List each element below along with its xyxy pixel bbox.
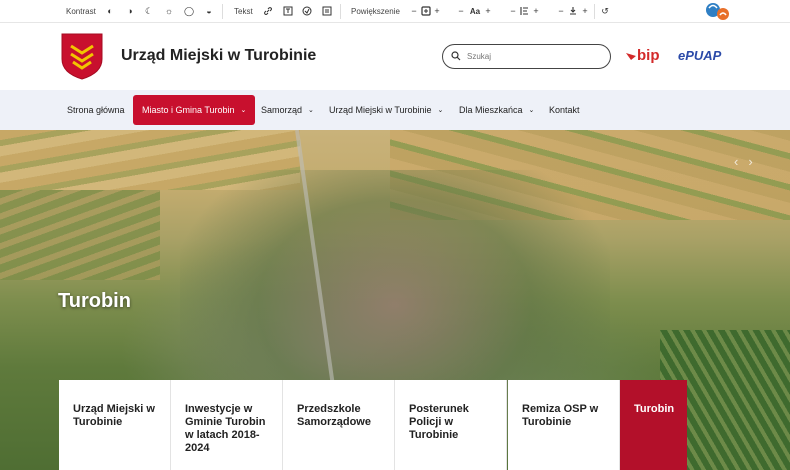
- toolbar-divider: [594, 4, 595, 19]
- tile-card-label: Remiza OSP w Turobinie: [522, 403, 599, 428]
- stop-animations-icon[interactable]: [301, 5, 313, 17]
- dark-mode-icon[interactable]: ☾: [143, 5, 155, 17]
- tile-card[interactable]: Inwestycje w Gminie Turobin w latach 201…: [171, 380, 283, 470]
- accessibility-badge-icon[interactable]: [703, 1, 731, 22]
- nav-item-residents[interactable]: Dla Mieszkańca ⌄: [450, 95, 543, 125]
- zoom-out-icon[interactable]: −: [408, 5, 420, 17]
- tile-card-label: Przedszkole Samorządowe: [297, 403, 371, 428]
- light-mode-icon[interactable]: ☼: [163, 5, 175, 17]
- bip-label: bip: [637, 47, 660, 64]
- nav-item-council[interactable]: Samorząd ⌄: [252, 95, 323, 125]
- reset-icon[interactable]: ↺: [599, 5, 611, 17]
- nav-item-label: Miasto i Gmina Turobin: [142, 105, 235, 115]
- nav-item-office[interactable]: Urząd Miejski w Turobinie ⌄: [320, 95, 452, 125]
- grayscale-icon[interactable]: ◯: [183, 5, 195, 17]
- nav-item-label: Dla Mieszkańca: [459, 105, 523, 115]
- nav-item-city[interactable]: Miasto i Gmina Turobin ⌄: [133, 95, 256, 125]
- tile-card-label: Inwestycje w Gminie Turobin w latach 201…: [185, 403, 266, 454]
- font-decrease-icon[interactable]: −: [455, 5, 467, 17]
- accessibility-toolbar: Kontrast ◐ ◑ ☾ ☼ ◯ ◒ Tekst Powiększenie …: [0, 0, 790, 23]
- zoom-label: Powiększenie: [351, 7, 400, 16]
- link-highlight-icon[interactable]: [262, 5, 274, 17]
- chevron-down-icon: ⌄: [240, 107, 247, 114]
- contrast-normal-icon[interactable]: ◐: [104, 5, 116, 17]
- tile-card[interactable]: Remiza OSP w Turobinie: [508, 380, 620, 470]
- font-increase-icon[interactable]: +: [482, 5, 494, 17]
- nav-item-label: Urząd Miejski w Turobinie: [329, 105, 432, 115]
- nav-item-contact[interactable]: Kontakt: [540, 95, 589, 125]
- tile-card-active[interactable]: Turobin: [620, 380, 687, 470]
- search-input[interactable]: [467, 52, 597, 61]
- line-height-increase-icon[interactable]: +: [530, 5, 542, 17]
- nav-item-label: Strona główna: [67, 105, 125, 115]
- readable-font-icon[interactable]: [282, 5, 294, 17]
- toolbar-divider: [222, 4, 223, 19]
- nav-item-label: Kontakt: [549, 105, 580, 115]
- tile-card[interactable]: Przedszkole Samorządowe: [283, 380, 395, 470]
- text-spacing-icon[interactable]: [321, 5, 333, 17]
- tile-card-label: Urząd Miejski w Turobinie: [73, 403, 155, 428]
- chevron-down-icon: ⌄: [437, 107, 444, 114]
- chevron-down-icon: ⌄: [308, 107, 314, 114]
- contrast-high-icon[interactable]: ◑: [124, 5, 136, 17]
- slider-arrows[interactable]: ‹›: [734, 154, 763, 169]
- tile-card[interactable]: Urząd Miejski w Turobinie: [59, 380, 171, 470]
- zoom-in-icon[interactable]: +: [431, 5, 443, 17]
- contrast-label: Kontrast: [66, 7, 96, 16]
- toolbar-divider: [340, 4, 341, 19]
- main-nav: Strona główna Miasto i Gmina Turobin ⌄ S…: [0, 90, 790, 130]
- nav-item-label: Samorząd: [261, 105, 303, 115]
- tile-card-label: Posterunek Policji w Turobinie: [409, 403, 469, 441]
- line-height-icon: [518, 5, 530, 17]
- nav-item-home[interactable]: Strona główna: [58, 95, 134, 125]
- aerial-photo-field: [0, 190, 160, 280]
- tile-card-label: Turobin: [634, 403, 675, 415]
- invert-icon[interactable]: ◒: [203, 5, 215, 17]
- cursor-increase-icon[interactable]: +: [579, 5, 591, 17]
- bip-logo[interactable]: bip: [626, 47, 660, 64]
- coat-of-arms-logo[interactable]: [61, 33, 103, 80]
- text-label: Tekst: [234, 7, 253, 16]
- site-header: Urząd Miejski w Turobinie bip ePUAP: [0, 23, 790, 90]
- search-box[interactable]: [442, 44, 611, 69]
- font-size-icon: Aa: [469, 6, 481, 16]
- search-icon: [451, 48, 461, 66]
- cursor-size-icon: [567, 5, 579, 17]
- chevron-down-icon: ⌄: [528, 107, 535, 114]
- tile-card[interactable]: Posterunek Policji w Turobinie: [395, 380, 507, 470]
- hero-caption: Turobin: [58, 290, 131, 312]
- cursor-decrease-icon[interactable]: −: [555, 5, 567, 17]
- site-title[interactable]: Urząd Miejski w Turobinie: [121, 47, 316, 65]
- epuap-logo[interactable]: ePUAP: [678, 48, 721, 63]
